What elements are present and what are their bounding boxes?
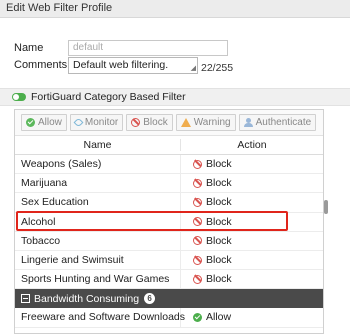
ban-icon: [193, 255, 202, 265]
authenticate-label: Authenticate: [255, 117, 312, 128]
group-header-bandwidth-consuming[interactable]: Bandwidth Consuming 6: [15, 289, 323, 309]
action-label: Block: [206, 254, 232, 267]
ban-icon: [193, 236, 202, 246]
category-filter-toggle[interactable]: [12, 93, 26, 101]
comments-row: Comments Default web filtering. ◢ 22/255: [14, 56, 233, 74]
category-name: Tobacco: [15, 231, 181, 250]
allow-button[interactable]: Allow: [21, 114, 67, 131]
column-header-name[interactable]: Name: [15, 139, 181, 151]
category-table-panel: Allow Monitor Block Warning Authenticate…: [14, 109, 324, 334]
action-label: Block: [206, 177, 232, 190]
comments-label: Comments: [14, 59, 68, 71]
monitor-button[interactable]: Monitor: [69, 114, 124, 131]
ban-icon: [193, 217, 202, 227]
resize-grip-icon[interactable]: ◢: [191, 65, 196, 73]
char-count: 22/255: [201, 62, 234, 74]
fortiguard-section-header: FortiGuard Category Based Filter: [0, 88, 350, 106]
category-name: Marijuana: [15, 174, 181, 193]
table-row[interactable]: Sex Education Block: [15, 193, 323, 213]
warning-button[interactable]: Warning: [175, 114, 236, 131]
table-row[interactable]: Tobacco Block: [15, 231, 323, 251]
ban-icon: [193, 274, 202, 284]
action-label: Block: [206, 158, 232, 171]
allow-label: Allow: [38, 117, 62, 128]
toggle-knob: [13, 94, 19, 100]
category-name: Sex Education: [15, 193, 181, 212]
check-circle-icon: [26, 118, 35, 127]
table-row[interactable]: Sports Hunting and War Games Block: [15, 270, 323, 290]
warning-icon: [180, 118, 191, 127]
action-label: Block: [206, 215, 232, 228]
check-circle-icon: [193, 312, 202, 322]
action-cell[interactable]: Block: [181, 193, 323, 211]
name-row: Name default: [14, 40, 228, 56]
authenticate-button[interactable]: Authenticate: [238, 114, 317, 131]
table-body: Weapons (Sales) Block Marijuana Block Se…: [15, 155, 323, 328]
table-header: Name Action: [15, 136, 323, 155]
comments-value: Default web filtering.: [73, 58, 169, 71]
category-name: Sports Hunting and War Games: [15, 270, 181, 289]
action-cell[interactable]: Block: [181, 251, 323, 269]
action-label: Block: [206, 234, 232, 247]
action-toolbar: Allow Monitor Block Warning Authenticate: [15, 110, 323, 136]
group-label: Bandwidth Consuming: [34, 292, 140, 305]
section-label: FortiGuard Category Based Filter: [31, 91, 186, 103]
category-name: Weapons (Sales): [15, 155, 181, 174]
block-label: Block: [143, 117, 168, 128]
name-label: Name: [14, 42, 44, 54]
table-row[interactable]: Marijuana Block: [15, 174, 323, 194]
group-count-badge: 6: [144, 293, 156, 305]
category-name: Freeware and Software Downloads: [15, 308, 185, 327]
action-label: Allow: [206, 311, 232, 324]
collapse-icon[interactable]: [21, 294, 30, 304]
ban-icon: [193, 197, 202, 207]
action-label: Block: [206, 273, 232, 286]
action-cell[interactable]: Allow: [181, 308, 323, 326]
column-header-action[interactable]: Action: [181, 139, 323, 151]
monitor-label: Monitor: [84, 117, 119, 128]
table-row[interactable]: Lingerie and Swimsuit Block: [15, 250, 323, 271]
ban-icon: [131, 118, 141, 127]
scrollbar-thumb[interactable]: [324, 200, 328, 214]
block-button[interactable]: Block: [126, 114, 173, 131]
action-cell[interactable]: Block: [181, 213, 323, 231]
eye-icon: [73, 117, 84, 128]
table-row[interactable]: Freeware and Software Downloads Allow: [15, 308, 323, 328]
window-title: Edit Web Filter Profile: [0, 0, 350, 18]
action-cell[interactable]: Block: [181, 155, 323, 173]
table-row[interactable]: Alcohol Block: [15, 212, 323, 232]
action-label: Block: [206, 196, 232, 209]
action-cell[interactable]: Block: [181, 174, 323, 192]
category-name: Alcohol: [15, 212, 181, 231]
name-input[interactable]: default: [68, 40, 228, 56]
warning-label: Warning: [193, 117, 231, 128]
comments-textarea[interactable]: Default web filtering. ◢: [68, 56, 198, 74]
ban-icon: [193, 178, 202, 188]
user-icon: [243, 118, 253, 127]
action-cell[interactable]: Block: [181, 232, 323, 250]
action-cell[interactable]: Block: [181, 270, 323, 288]
ban-icon: [193, 159, 202, 169]
category-name: Lingerie and Swimsuit: [15, 250, 181, 270]
table-row[interactable]: Weapons (Sales) Block: [15, 155, 323, 175]
